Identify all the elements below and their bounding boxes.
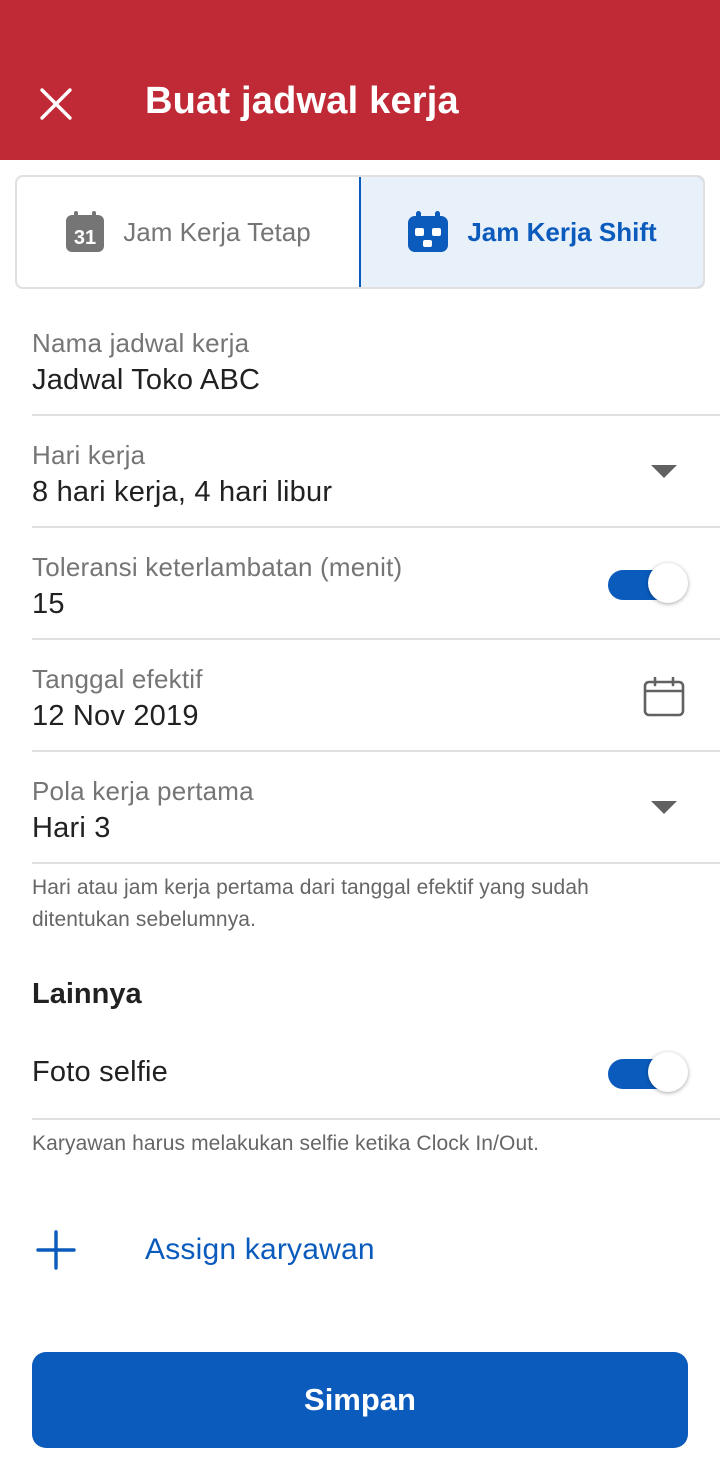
tab-fixed-hours[interactable]: 31 Jam Kerja Tetap xyxy=(17,177,359,287)
schedule-name-value: Jadwal Toko ABC xyxy=(32,364,261,396)
first-pattern-dropdown[interactable] xyxy=(636,792,692,822)
assign-employee-label: Assign karyawan xyxy=(145,1233,375,1266)
calendar-icon xyxy=(643,677,685,717)
schedule-type-segment: 31 Jam Kerja Tetap Jam Kerja Shift xyxy=(15,175,705,289)
toggle-knob xyxy=(648,1052,688,1092)
tab-shift-hours[interactable]: Jam Kerja Shift xyxy=(359,177,703,287)
work-days-value: 8 hari kerja, 4 hari libur xyxy=(32,476,333,508)
close-button[interactable] xyxy=(28,76,84,132)
effective-date-value: 12 Nov 2019 xyxy=(32,700,199,732)
plus-icon xyxy=(36,1230,76,1270)
selfie-helper-text: Karyawan harus melakukan selfie ketika C… xyxy=(32,1132,540,1155)
work-days-label: Hari kerja xyxy=(32,440,146,470)
first-pattern-helper-text: Hari atau jam kerja pertama dari tanggal… xyxy=(32,876,589,931)
schedule-name-field[interactable]: Nama jadwal kerja Jadwal Toko ABC xyxy=(32,318,720,416)
dropdown-arrow-icon xyxy=(651,464,677,478)
effective-date-label: Tanggal efektif xyxy=(32,664,203,694)
effective-date-picker-button[interactable] xyxy=(638,674,690,720)
dropdown-arrow-icon xyxy=(651,800,677,814)
late-tolerance-toggle[interactable] xyxy=(608,563,688,607)
close-icon xyxy=(40,88,72,120)
save-button[interactable]: Simpan xyxy=(32,1352,688,1448)
first-pattern-value: Hari 3 xyxy=(32,812,111,844)
app-bar: Buat jadwal kerja xyxy=(0,0,720,160)
work-days-field[interactable]: Hari kerja 8 hari kerja, 4 hari libur xyxy=(32,430,720,528)
late-tolerance-label: Toleransi keterlambatan (menit) xyxy=(32,552,403,582)
late-tolerance-value[interactable]: 15 xyxy=(32,588,65,621)
calendar-31-icon: 31 xyxy=(66,211,105,252)
first-pattern-field[interactable]: Pola kerja pertama Hari 3 xyxy=(32,766,720,864)
tab-shift-hours-label: Jam Kerja Shift xyxy=(467,216,657,247)
tab-fixed-hours-label: Jam Kerja Tetap xyxy=(123,216,311,247)
assign-employee-button[interactable]: Assign karyawan xyxy=(32,1220,532,1280)
calendar-shift-icon xyxy=(408,211,449,252)
selfie-field: Foto selfie xyxy=(32,1020,720,1120)
work-days-dropdown[interactable] xyxy=(636,456,692,486)
selfie-toggle[interactable] xyxy=(608,1052,688,1096)
effective-date-field[interactable]: Tanggal efektif 12 Nov 2019 xyxy=(32,654,720,752)
schedule-name-label: Nama jadwal kerja xyxy=(32,328,250,358)
others-section-title: Lainnya xyxy=(32,978,142,1010)
late-tolerance-field: Toleransi keterlambatan (menit) 15 xyxy=(32,542,720,640)
page-title: Buat jadwal kerja xyxy=(145,80,459,122)
toggle-knob xyxy=(648,563,688,603)
calendar-31-icon-text: 31 xyxy=(74,227,96,249)
first-pattern-label: Pola kerja pertama xyxy=(32,776,254,806)
selfie-label: Foto selfie xyxy=(32,1056,168,1088)
